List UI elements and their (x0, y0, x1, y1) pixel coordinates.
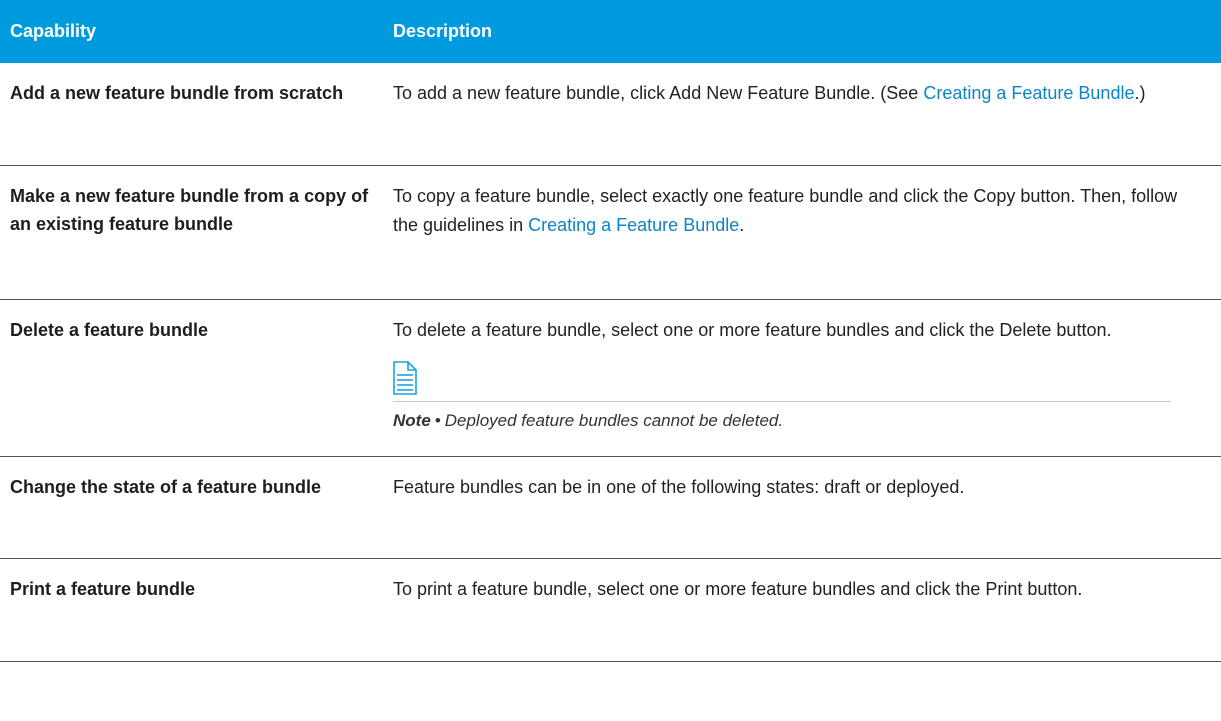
capability-cell: Change the state of a feature bundle (10, 477, 322, 497)
table-row: Add a new feature bundle from scratch To… (0, 63, 1221, 166)
capability-cell: Delete a feature bundle (10, 320, 209, 340)
note-body: Deployed feature bundles cannot be delet… (444, 411, 784, 430)
note-bullet: • (434, 411, 441, 430)
description-cell: To print a feature bundle, select one or… (393, 579, 1083, 599)
capability-table: Capability Description Add a new feature… (0, 0, 1221, 662)
description-text: To add a new feature bundle, click Add N… (393, 83, 924, 103)
note-icon-container (393, 361, 1171, 402)
description-text: To delete a feature bundle, select one o… (393, 320, 1112, 340)
description-cell: Feature bundles can be in one of the fol… (393, 477, 965, 497)
table-row: Change the state of a feature bundle Fea… (0, 457, 1221, 559)
creating-feature-bundle-link[interactable]: Creating a Feature Bundle (923, 83, 1134, 103)
table-header: Capability Description (0, 0, 1221, 63)
description-cell: To copy a feature bundle, select exactly… (393, 166, 1221, 299)
header-capability: Capability (10, 21, 97, 41)
description-text-end: . (739, 215, 745, 235)
table-row: Delete a feature bundle To delete a feat… (0, 300, 1221, 457)
capability-cell: Print a feature bundle (10, 579, 196, 599)
capability-cell: Add a new feature bundle from scratch (10, 83, 344, 103)
note-text: Note • Deployed feature bundles cannot be … (393, 402, 1201, 434)
table-row: Make a new feature bundle from a copy of… (0, 166, 1221, 300)
note-block: Note • Deployed feature bundles cannot be … (393, 361, 1201, 434)
capability-cell: Make a new feature bundle from a copy of… (10, 186, 369, 234)
description-text: To copy a feature bundle, select exactly… (393, 186, 1178, 235)
note-label: Note (393, 411, 431, 430)
header-description: Description (393, 21, 493, 41)
note-document-icon (393, 361, 417, 395)
creating-feature-bundle-link[interactable]: Creating a Feature Bundle (528, 215, 739, 235)
description-text-end: .) (1134, 83, 1146, 103)
description-cell: To add a new feature bundle, click Add N… (393, 63, 1221, 165)
table-row: Print a feature bundle To print a featur… (0, 559, 1221, 662)
description-cell: To delete a feature bundle, select one o… (393, 300, 1221, 456)
